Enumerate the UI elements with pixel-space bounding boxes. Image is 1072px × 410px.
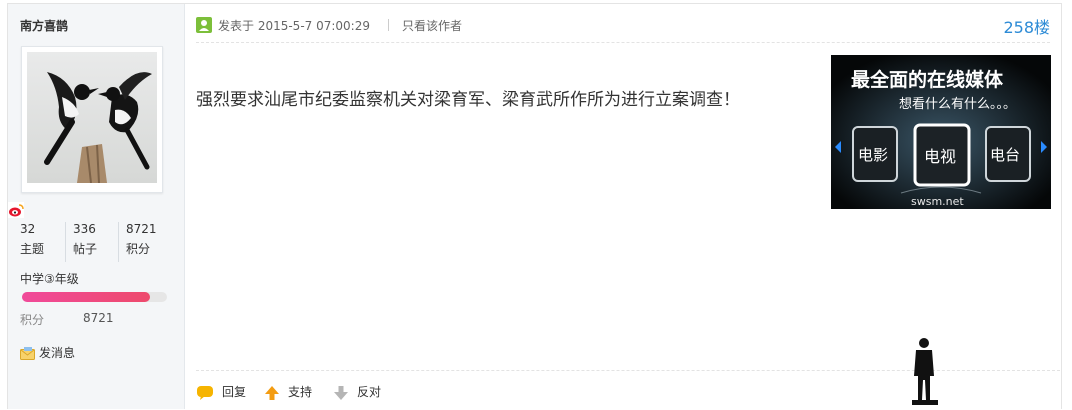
floor-number[interactable]: 258楼 (1003, 14, 1050, 38)
avatar[interactable] (21, 46, 163, 193)
ad-site: swsm.net (911, 195, 964, 208)
ad-graphic: 最全面的在线媒体 想看什么有什么。。。 电影 电视 电台 swsm.net (831, 55, 1051, 209)
stat-credits[interactable]: 8721 积分 (118, 222, 171, 262)
ad-item-tv: 电视 (924, 147, 956, 166)
ad-left-panel: 电影 (852, 126, 898, 182)
level-progress-fill (22, 292, 150, 302)
oppose-label: 反对 (357, 385, 382, 399)
send-message-link[interactable]: 发消息 (20, 344, 75, 361)
weibo-icon[interactable] (8, 202, 24, 218)
stat-value: 8721 (126, 222, 157, 236)
envelope-icon (20, 346, 35, 360)
stat-value: 32 (20, 222, 36, 236)
ad-title: 最全面的在线媒体 (851, 68, 1004, 91)
user-level[interactable]: 中学③年级 (20, 270, 79, 287)
stat-label: 积分 (126, 242, 151, 256)
post-header: 发表于 2015-5-7 07:00:29 只看该作者 258楼 (196, 14, 1050, 43)
post-content: 强烈要求汕尾市纪委监察机关对梁育军、梁育武所作所为进行立案调查！ (196, 90, 740, 110)
stat-value: 336 (73, 222, 96, 236)
thumbs-up-arrow-icon (265, 385, 279, 400)
ad-item-radio: 电台 (990, 146, 1020, 164)
header-divider (388, 19, 389, 31)
oppose-button[interactable]: 反对 (333, 383, 381, 401)
level-progress-bar (22, 292, 167, 302)
credit-label: 积分 (20, 313, 45, 327)
silhouette-figure-icon (912, 338, 938, 405)
post-timestamp: 发表于 2015-5-7 07:00:29 (218, 19, 370, 33)
watermark-logo (912, 338, 938, 405)
send-message-label: 发消息 (39, 346, 76, 360)
ad-subtitle: 想看什么有什么。。。 (899, 96, 1016, 112)
magpie-avatar-image (27, 52, 157, 183)
ad-item-movie: 电影 (858, 146, 888, 164)
stat-label: 主题 (20, 242, 45, 256)
media-ad-banner[interactable]: 最全面的在线媒体 想看什么有什么。。。 电影 电视 电台 swsm.net (831, 55, 1051, 209)
only-author-link[interactable]: 只看该作者 (402, 17, 462, 34)
author-name[interactable]: 南方喜鹊 (20, 17, 68, 34)
reply-label: 回复 (222, 385, 247, 399)
ad-right-panel: 电台 (985, 126, 1031, 182)
online-status-icon (196, 17, 212, 33)
support-button[interactable]: 支持 (264, 383, 312, 401)
author-stats: 32 主题 336 帖子 8721 积分 (8, 222, 184, 264)
support-label: 支持 (288, 385, 313, 399)
thumbs-down-arrow-icon (334, 385, 348, 400)
stat-topics[interactable]: 32 主题 (8, 222, 60, 262)
author-sidebar: 南方喜鹊 32 主题 336 帖子 8721 积分 中学③年级 积分 8721 … (8, 4, 185, 409)
credit-value: 8721 (83, 311, 114, 325)
site-watermark (906, 336, 1068, 406)
reply-button[interactable]: 回复 (196, 383, 246, 401)
reply-icon (197, 385, 213, 400)
stat-label: 帖子 (73, 242, 98, 256)
ad-center-panel: 电视 (913, 123, 971, 187)
stat-posts[interactable]: 336 帖子 (65, 222, 118, 262)
